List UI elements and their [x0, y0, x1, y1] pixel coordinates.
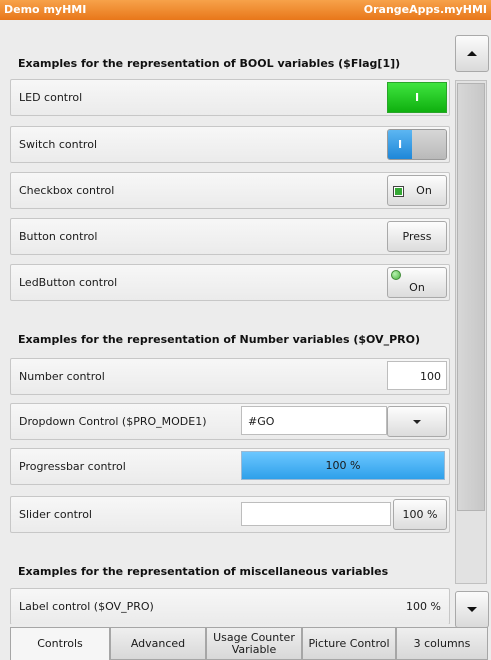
row-led-control: LED control I [10, 79, 450, 116]
row-progressbar-control: Progressbar control 100 % [10, 448, 450, 485]
tab-controls[interactable]: Controls [10, 627, 110, 660]
ledbutton-button[interactable]: On [387, 267, 447, 298]
number-control-label: Number control [19, 370, 105, 383]
row-switch-control: Switch control I [10, 126, 450, 163]
slider-control-label: Slider control [19, 508, 92, 521]
row-ledbutton-control: LedButton control On [10, 264, 450, 301]
tab-advanced[interactable]: Advanced [110, 627, 206, 660]
arrow-up-icon [467, 51, 477, 56]
scrollbar-thumb[interactable] [457, 83, 485, 511]
arrow-down-icon [467, 607, 477, 612]
tab-usage-counter-label: Usage Counter Variable [213, 630, 295, 656]
caret-down-icon [413, 420, 421, 424]
switch-knob [412, 130, 446, 159]
dropdown-value-field[interactable]: #GO [241, 406, 387, 435]
led-control-label: LED control [19, 91, 83, 104]
tab-picture-control[interactable]: Picture Control [302, 627, 396, 660]
slider-value-button[interactable]: 100 % [393, 499, 447, 530]
checkbox-value: On [416, 184, 432, 197]
row-label-control: Label control ($OV_PRO) 100 % [10, 588, 450, 624]
progressbar-control-label: Progressbar control [19, 460, 126, 473]
row-slider-control: Slider control 100 % [10, 496, 450, 533]
label-control-value: 100 % [406, 600, 441, 613]
slider-track[interactable] [241, 502, 391, 526]
tab-advanced-label: Advanced [130, 636, 186, 650]
led-indicator: I [387, 82, 447, 113]
section-title-bool: Examples for the representation of BOOL … [18, 57, 401, 70]
title-bar: Demo myHMI OrangeApps.myHMI [0, 0, 491, 20]
led-dot-icon [391, 270, 401, 280]
label-control-label: Label control ($OV_PRO) [19, 600, 154, 613]
scrollbar-track[interactable] [455, 80, 487, 584]
row-dropdown-control: Dropdown Control ($PRO_MODE1) #GO [10, 403, 450, 440]
section-title-misc: Examples for the representation of misce… [18, 565, 389, 578]
checkbox-control-label: Checkbox control [19, 184, 115, 197]
tab-usage-counter-variable[interactable]: Usage Counter Variable [206, 627, 302, 660]
app-brand: OrangeApps.myHMI [363, 3, 487, 16]
ledbutton-value: On [409, 281, 425, 294]
progress-text: 100 % [325, 459, 361, 472]
tab-picture-control-label: Picture Control [308, 636, 390, 650]
button-control-label: Button control [19, 230, 98, 243]
scroll-down-button[interactable] [455, 591, 489, 628]
main-content: Examples for the representation of BOOL … [10, 22, 450, 624]
tab-3-columns-label: 3 columns [413, 636, 471, 650]
dropdown-toggle-button[interactable] [387, 406, 447, 437]
tab-bar: Controls Advanced Usage Counter Variable… [10, 627, 488, 660]
press-button[interactable]: Press [387, 221, 447, 252]
section-title-number: Examples for the representation of Numbe… [18, 333, 420, 346]
switch-on-part: I [388, 130, 412, 159]
number-input[interactable]: 100 [387, 361, 447, 390]
checkbox-button[interactable]: On [387, 175, 447, 206]
dropdown-control-label: Dropdown Control ($PRO_MODE1) [19, 415, 207, 428]
switch-toggle[interactable]: I [387, 129, 447, 160]
ledbutton-control-label: LedButton control [19, 276, 118, 289]
checkbox-icon [393, 186, 404, 197]
row-number-control: Number control 100 [10, 358, 450, 395]
row-button-control: Button control Press [10, 218, 450, 255]
row-checkbox-control: Checkbox control On [10, 172, 450, 209]
app-title: Demo myHMI [4, 3, 87, 16]
progress-bar: 100 % [241, 451, 445, 480]
scroll-up-button[interactable] [455, 35, 489, 72]
tab-3-columns[interactable]: 3 columns [396, 627, 488, 660]
tab-controls-label: Controls [37, 636, 83, 650]
switch-control-label: Switch control [19, 138, 97, 151]
